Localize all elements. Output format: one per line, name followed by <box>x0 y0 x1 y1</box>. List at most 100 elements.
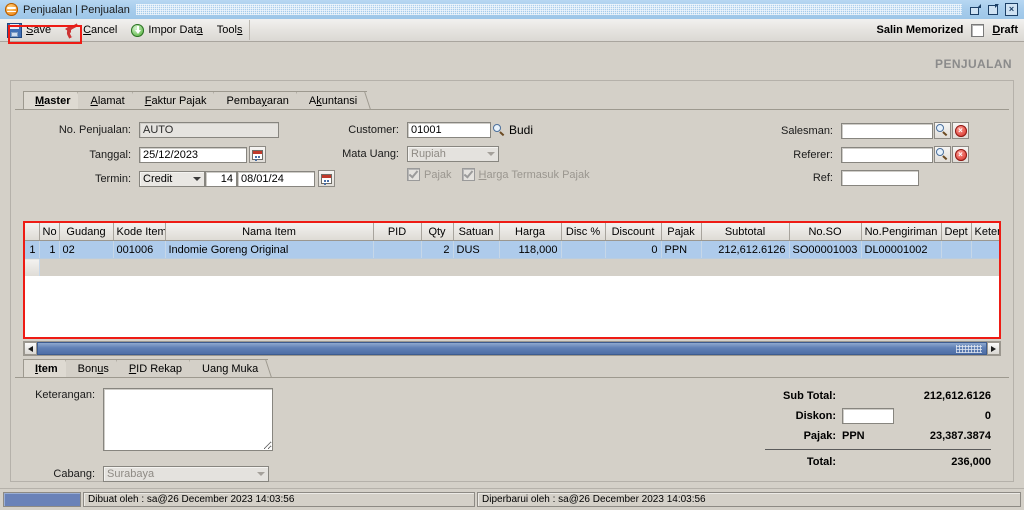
cell-nama-item[interactable]: Indomie Goreng Original <box>165 240 374 259</box>
cell-discount[interactable]: 0 <box>605 240 662 259</box>
import-data-button[interactable]: Impor Data <box>124 20 209 40</box>
cell-kode-item[interactable]: 001006 <box>113 240 166 259</box>
salesman-input[interactable] <box>841 122 933 139</box>
harga-termasuk-pajak-checkbox[interactable] <box>461 168 475 181</box>
save-button[interactable]: Save <box>0 20 58 40</box>
col-disc-pct[interactable]: Disc % <box>561 223 606 241</box>
tab-bonus[interactable]: Bonus <box>65 359 119 378</box>
tanggal-input[interactable] <box>139 146 247 163</box>
customer-input[interactable] <box>407 122 491 138</box>
salesman-label: Salesman: <box>781 124 833 137</box>
cancel-button[interactable]: Cancel <box>58 20 124 40</box>
pajak-checkbox[interactable] <box>407 168 420 181</box>
cell-harga[interactable]: 118,000 <box>499 240 562 259</box>
keterangan-textarea[interactable] <box>103 388 273 451</box>
main-tabs: Master Alamat Faktur Pajak Pembayaran Ak… <box>23 91 368 110</box>
draft-checkbox[interactable] <box>971 23 985 37</box>
title-bar: Penjualan | Penjualan × <box>0 0 1024 20</box>
tab-item[interactable]: Item <box>23 359 68 378</box>
delete-icon: × <box>954 148 967 161</box>
tab-pid-rekap[interactable]: PID Rekap <box>116 359 193 378</box>
col-no-pengiriman[interactable]: No.Pengiriman <box>861 223 942 241</box>
customer-search-icon[interactable] <box>493 123 506 137</box>
pajak-checkbox-row: Pajak Harga Termasuk Pajak <box>407 168 590 181</box>
scroll-right-button[interactable] <box>987 342 1000 355</box>
salesman-clear-button[interactable]: × <box>952 122 969 139</box>
cell-no-so[interactable]: SO00001003 <box>789 240 862 259</box>
col-qty[interactable]: Qty <box>421 223 454 241</box>
termin-days-input[interactable] <box>205 170 237 187</box>
col-harga[interactable]: Harga <box>499 223 562 241</box>
bottom-tabs: Item Bonus PID Rekap Uang Muka <box>23 359 269 378</box>
cabang-select[interactable]: Surabaya <box>103 466 269 482</box>
sub-total-row: Sub Total: 212,612.6126 <box>741 386 991 406</box>
termin-select[interactable]: Credit <box>139 170 205 187</box>
col-satuan[interactable]: Satuan <box>453 223 500 241</box>
tab-pembayaran[interactable]: Pembayaran <box>214 91 299 110</box>
mata-uang-select[interactable]: Rupiah <box>407 146 499 162</box>
cell-disc-pct[interactable] <box>561 240 606 259</box>
termin-calendar-button[interactable] <box>318 170 335 187</box>
referer-row: Referer: × <box>771 146 969 163</box>
referer-clear-button[interactable]: × <box>952 146 969 163</box>
termin-date-input[interactable] <box>237 170 315 187</box>
maximize-button[interactable] <box>986 3 1001 17</box>
save-label: Save <box>26 24 52 36</box>
scrollbar-grip-icon <box>956 345 982 353</box>
tab-master[interactable]: Master <box>23 91 81 110</box>
tanggal-calendar-button[interactable] <box>249 146 266 163</box>
diskon-input[interactable] <box>842 408 894 424</box>
tools-button[interactable]: Tools <box>210 20 251 40</box>
col-subtotal[interactable]: Subtotal <box>701 223 790 241</box>
cell-subtotal[interactable]: 212,612.6126 <box>701 240 790 259</box>
col-discount[interactable]: Discount <box>605 223 662 241</box>
close-button[interactable]: × <box>1004 3 1019 17</box>
col-no-so[interactable]: No.SO <box>789 223 862 241</box>
restore-button[interactable] <box>968 3 983 17</box>
salesman-search-button[interactable] <box>934 122 951 139</box>
items-grid[interactable]: No Gudang Kode Item Nama Item PID Qty Sa… <box>25 223 999 337</box>
col-keterangan[interactable]: Keterangan <box>971 223 999 241</box>
table-row[interactable]: 1 1 02 001006 Indomie Goreng Original 2 … <box>25 240 999 259</box>
diskon-row: Diskon: 0 <box>741 406 991 426</box>
ref-input[interactable] <box>841 170 919 186</box>
tab-uang-muka[interactable]: Uang Muka <box>190 359 269 378</box>
tools-label: Tools <box>216 24 243 36</box>
tab-faktur-pajak[interactable]: Faktur Pajak <box>132 91 217 110</box>
grid-horizontal-scrollbar[interactable] <box>23 341 1001 356</box>
customer-label: Customer: <box>348 124 399 136</box>
col-gudang[interactable]: Gudang <box>59 223 114 241</box>
cell-gudang[interactable]: 02 <box>59 240 114 259</box>
tab-akuntansi[interactable]: Akuntansi <box>296 91 368 110</box>
col-pajak[interactable]: Pajak <box>661 223 702 241</box>
title-bar-left: Penjualan | Penjualan <box>0 3 130 16</box>
scroll-left-button[interactable] <box>24 342 37 355</box>
cell-keterangan[interactable] <box>971 240 999 259</box>
restore-icon <box>970 4 981 15</box>
row-handle[interactable]: 1 <box>25 240 40 259</box>
no-penjualan-input[interactable] <box>139 122 279 138</box>
cell-no[interactable]: 1 <box>39 240 60 259</box>
cell-satuan[interactable]: DUS <box>453 240 500 259</box>
cell-pid[interactable] <box>373 240 422 259</box>
col-pid[interactable]: PID <box>373 223 422 241</box>
cell-dept[interactable] <box>941 240 972 259</box>
calendar-icon <box>321 173 332 184</box>
empty-grid-body <box>39 258 999 276</box>
col-dept[interactable]: Dept <box>941 223 972 241</box>
scrollbar-thumb[interactable] <box>37 342 987 355</box>
col-no[interactable]: No <box>39 223 60 241</box>
tab-alamat[interactable]: Alamat <box>78 91 135 110</box>
search-icon <box>936 148 949 161</box>
cell-qty[interactable]: 2 <box>421 240 454 259</box>
salin-memorized-button[interactable]: Salin Memorized <box>877 24 964 36</box>
col-kode-item[interactable]: Kode Item <box>113 223 166 241</box>
penjualan-window: Penjualan | Penjualan × Save Cancel Impo… <box>0 0 1024 510</box>
referer-input[interactable] <box>841 146 933 163</box>
cell-pajak[interactable]: PPN <box>661 240 702 259</box>
col-nama-item[interactable]: Nama Item <box>165 223 374 241</box>
cell-no-pengiriman[interactable]: DL00001002 <box>861 240 942 259</box>
import-icon <box>131 23 145 37</box>
referer-search-button[interactable] <box>934 146 951 163</box>
total-value: 236,000 <box>951 456 991 468</box>
